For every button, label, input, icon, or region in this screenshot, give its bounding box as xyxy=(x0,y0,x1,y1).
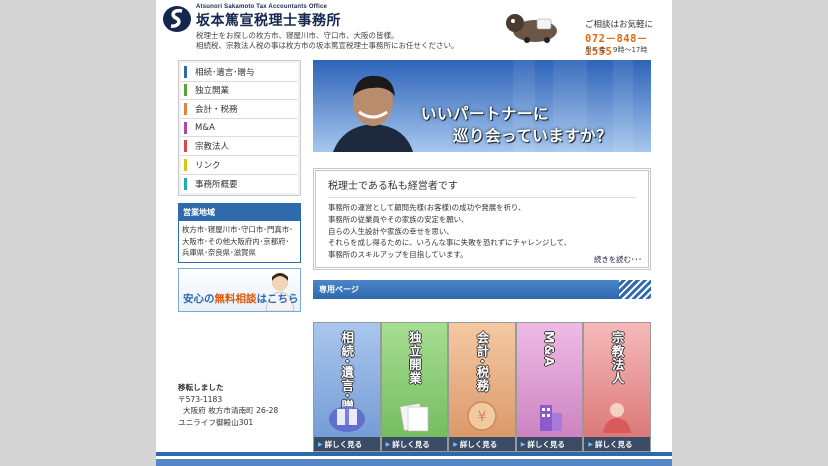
page: Atsunori Sakamoto Tax Accountants Office… xyxy=(156,0,672,466)
documents-icon xyxy=(400,403,429,432)
sidebar-item-label: 相続･遺言･贈与 xyxy=(195,67,255,78)
sidebar-item-label: 会計・税務 xyxy=(195,104,238,115)
card-label: 会計･税務 xyxy=(474,331,490,393)
sidebar-item-startup[interactable]: 独立開業 xyxy=(181,81,298,101)
details-label: 詳しく見る xyxy=(324,439,363,449)
card-religious-corp[interactable]: 宗教法人 ▶ 詳しく見る xyxy=(583,322,651,452)
greeting-line: 自らの人生設計や家族の幸せを思い、 xyxy=(328,226,454,236)
intro-text: 相続税、宗教法人税の事は枚方市の坂本篤宣税理士事務所にお任せください。 xyxy=(196,41,459,50)
greeting-box: 税理士である私も経営者です 事務所の運営として顧問先様(お客様)の成功や発展を祈… xyxy=(313,168,651,270)
free-consultation-text: 安心の無料相談はこちら xyxy=(183,291,299,306)
card-label: M&A xyxy=(542,331,558,368)
details-button[interactable]: ▶ 詳しく見る xyxy=(381,437,448,451)
details-button[interactable]: ▶ 詳しく見る xyxy=(516,437,583,451)
details-button[interactable]: ▶ 詳しく見る xyxy=(449,437,515,451)
business-hours: 月～金 9時～17時 xyxy=(585,46,648,54)
building-icon xyxy=(539,405,562,431)
card-ma[interactable]: M&A ▶ 詳しく見る xyxy=(515,322,584,452)
card-label: 独立開業 xyxy=(406,331,422,385)
triangle-icon: ▶ xyxy=(588,440,593,448)
sidebar-item-label: M&A xyxy=(195,122,215,133)
service-cards: 相続･遺言･贈与 ▶ 詳しく見る 独立開業 ▶ 詳しく見る 会計･税務 ¥ ▶ … xyxy=(313,322,651,452)
sidebar: 相続･遺言･贈与 独立開業 会計・税務 M&A 宗教法人 リンク 事務所概要 営… xyxy=(178,60,301,427)
logo-icon[interactable] xyxy=(162,5,192,33)
sidebar-menu: 相続･遺言･贈与 独立開業 会計・税務 M&A 宗教法人 リンク 事務所概要 xyxy=(178,60,301,197)
sidebar-item-ma[interactable]: M&A xyxy=(181,118,298,138)
contact-label: ご相談はお気軽に xyxy=(585,20,654,30)
menu-marker xyxy=(184,158,187,171)
sidebar-item-accounting[interactable]: 会計・税務 xyxy=(181,100,298,119)
sidebar-item-office[interactable]: 事務所概要 xyxy=(181,174,298,194)
details-button[interactable]: ▶ 詳しく見る xyxy=(314,437,380,451)
details-label: 詳しく見る xyxy=(527,439,565,449)
gift-icon xyxy=(328,406,365,432)
service-area: 営業地域 枚方市･寝屋川市･守口市･門真市･ 大阪市･その他大阪府内･京都府･ … xyxy=(178,203,301,263)
hero-headline-line2: 巡り会っていますか？ xyxy=(453,127,613,145)
divider xyxy=(328,197,636,198)
moved-notice: 移転しました 〒573-1183 大阪府 枚方市清南町 26-28 ユニライフ御… xyxy=(178,382,301,428)
mascot-icon xyxy=(506,14,557,43)
read-more-link[interactable]: 続きを読む･･･ xyxy=(594,254,642,265)
coin-icon: ¥ xyxy=(467,401,497,431)
card-startup[interactable]: 独立開業 ▶ 詳しく見る xyxy=(380,322,449,452)
section-header: 専用ページ xyxy=(313,280,651,299)
menu-marker xyxy=(184,65,187,78)
sidebar-item-inheritance[interactable]: 相続･遺言･贈与 xyxy=(181,63,298,82)
details-label: 詳しく見る xyxy=(392,439,430,449)
triangle-icon: ▶ xyxy=(385,440,391,448)
hero-banner: いいパートナーに 巡り会っていますか？ xyxy=(313,60,651,152)
menu-marker xyxy=(184,84,187,97)
greeting-line: それらを成し得るために、いろんな事に失敗を恐れずにチャレンジして、 xyxy=(328,238,572,248)
hero-headline-line1: いいパートナーに xyxy=(421,105,550,123)
greeting-title: 税理士である私も経営者です xyxy=(328,181,458,192)
details-label: 詳しく見る xyxy=(459,439,498,449)
svg-text:¥: ¥ xyxy=(478,409,487,425)
footer-band xyxy=(156,452,672,466)
card-inheritance[interactable]: 相続･遺言･贈与 ▶ 詳しく見る xyxy=(313,322,381,452)
service-area-line: 大阪市･その他大阪府内･京都府･ xyxy=(182,236,290,246)
header: Atsunori Sakamoto Tax Accountants Office… xyxy=(156,0,672,58)
service-area-body: 枚方市･寝屋川市･守口市･門真市･ 大阪市･その他大阪府内･京都府･ 兵庫県･奈… xyxy=(179,221,300,262)
card-label: 宗教法人 xyxy=(609,331,625,385)
service-area-line: 枚方市･寝屋川市･守口市･門真市･ xyxy=(182,225,293,235)
menu-marker xyxy=(184,121,187,134)
greeting-line: 事務所の運営として顧問先様(お客様)の成功や発展を祈り、 xyxy=(328,203,526,212)
sidebar-item-label: 独立開業 xyxy=(195,86,230,97)
menu-marker xyxy=(184,102,187,115)
section-title: 専用ページ xyxy=(319,285,359,294)
consult-suffix: はこちら xyxy=(256,292,299,305)
service-area-line: 兵庫県･奈良県･滋賀県 xyxy=(182,248,256,258)
consult-prefix: 安心の xyxy=(183,292,215,305)
address-line: ユニライフ御殿山301 xyxy=(178,417,254,427)
sidebar-item-label: リンク xyxy=(195,160,221,171)
address-line: 大阪府 枚方市清南町 26-28 xyxy=(183,406,279,415)
greeting-body: 事務所の運営として顧問先様(お客様)の成功や発展を祈り、 事務所の従業員やその家… xyxy=(328,202,636,261)
free-consultation-banner[interactable]: 安心の無料相談はこちら xyxy=(178,267,301,312)
sidebar-item-religious-corp[interactable]: 宗教法人 xyxy=(181,137,298,156)
triangle-icon: ▶ xyxy=(453,440,458,448)
menu-marker xyxy=(184,177,187,190)
service-area-title: 営業地域 xyxy=(179,204,300,222)
greeting-line: 事務所のスキルアップを目指しています。 xyxy=(328,250,468,260)
main-content: いいパートナーに 巡り会っていますか？ 税理士である私も経営者です 事務所の運営… xyxy=(313,60,651,452)
sidebar-item-links[interactable]: リンク xyxy=(181,155,298,175)
greeting-line: 事務所の従業員やその家族の安定を願い、 xyxy=(328,214,469,224)
person-icon xyxy=(603,403,632,433)
details-label: 詳しく見る xyxy=(595,439,633,449)
sidebar-item-label: 事務所概要 xyxy=(195,179,238,190)
brand-name[interactable]: 坂本篤宣税理士事務所 xyxy=(196,10,341,30)
triangle-icon: ▶ xyxy=(318,440,323,448)
stripe-decoration xyxy=(619,280,651,299)
card-accounting[interactable]: 会計･税務 ¥ ▶ 詳しく見る xyxy=(448,322,516,452)
sidebar-item-label: 宗教法人 xyxy=(195,142,230,153)
consult-highlight: 無料相談 xyxy=(214,292,257,305)
menu-marker xyxy=(184,140,187,153)
details-button[interactable]: ▶ 詳しく見る xyxy=(584,437,650,451)
moved-title: 移転しました xyxy=(178,383,224,392)
postal-code: 〒573-1183 xyxy=(178,394,223,404)
triangle-icon: ▶ xyxy=(520,440,526,448)
